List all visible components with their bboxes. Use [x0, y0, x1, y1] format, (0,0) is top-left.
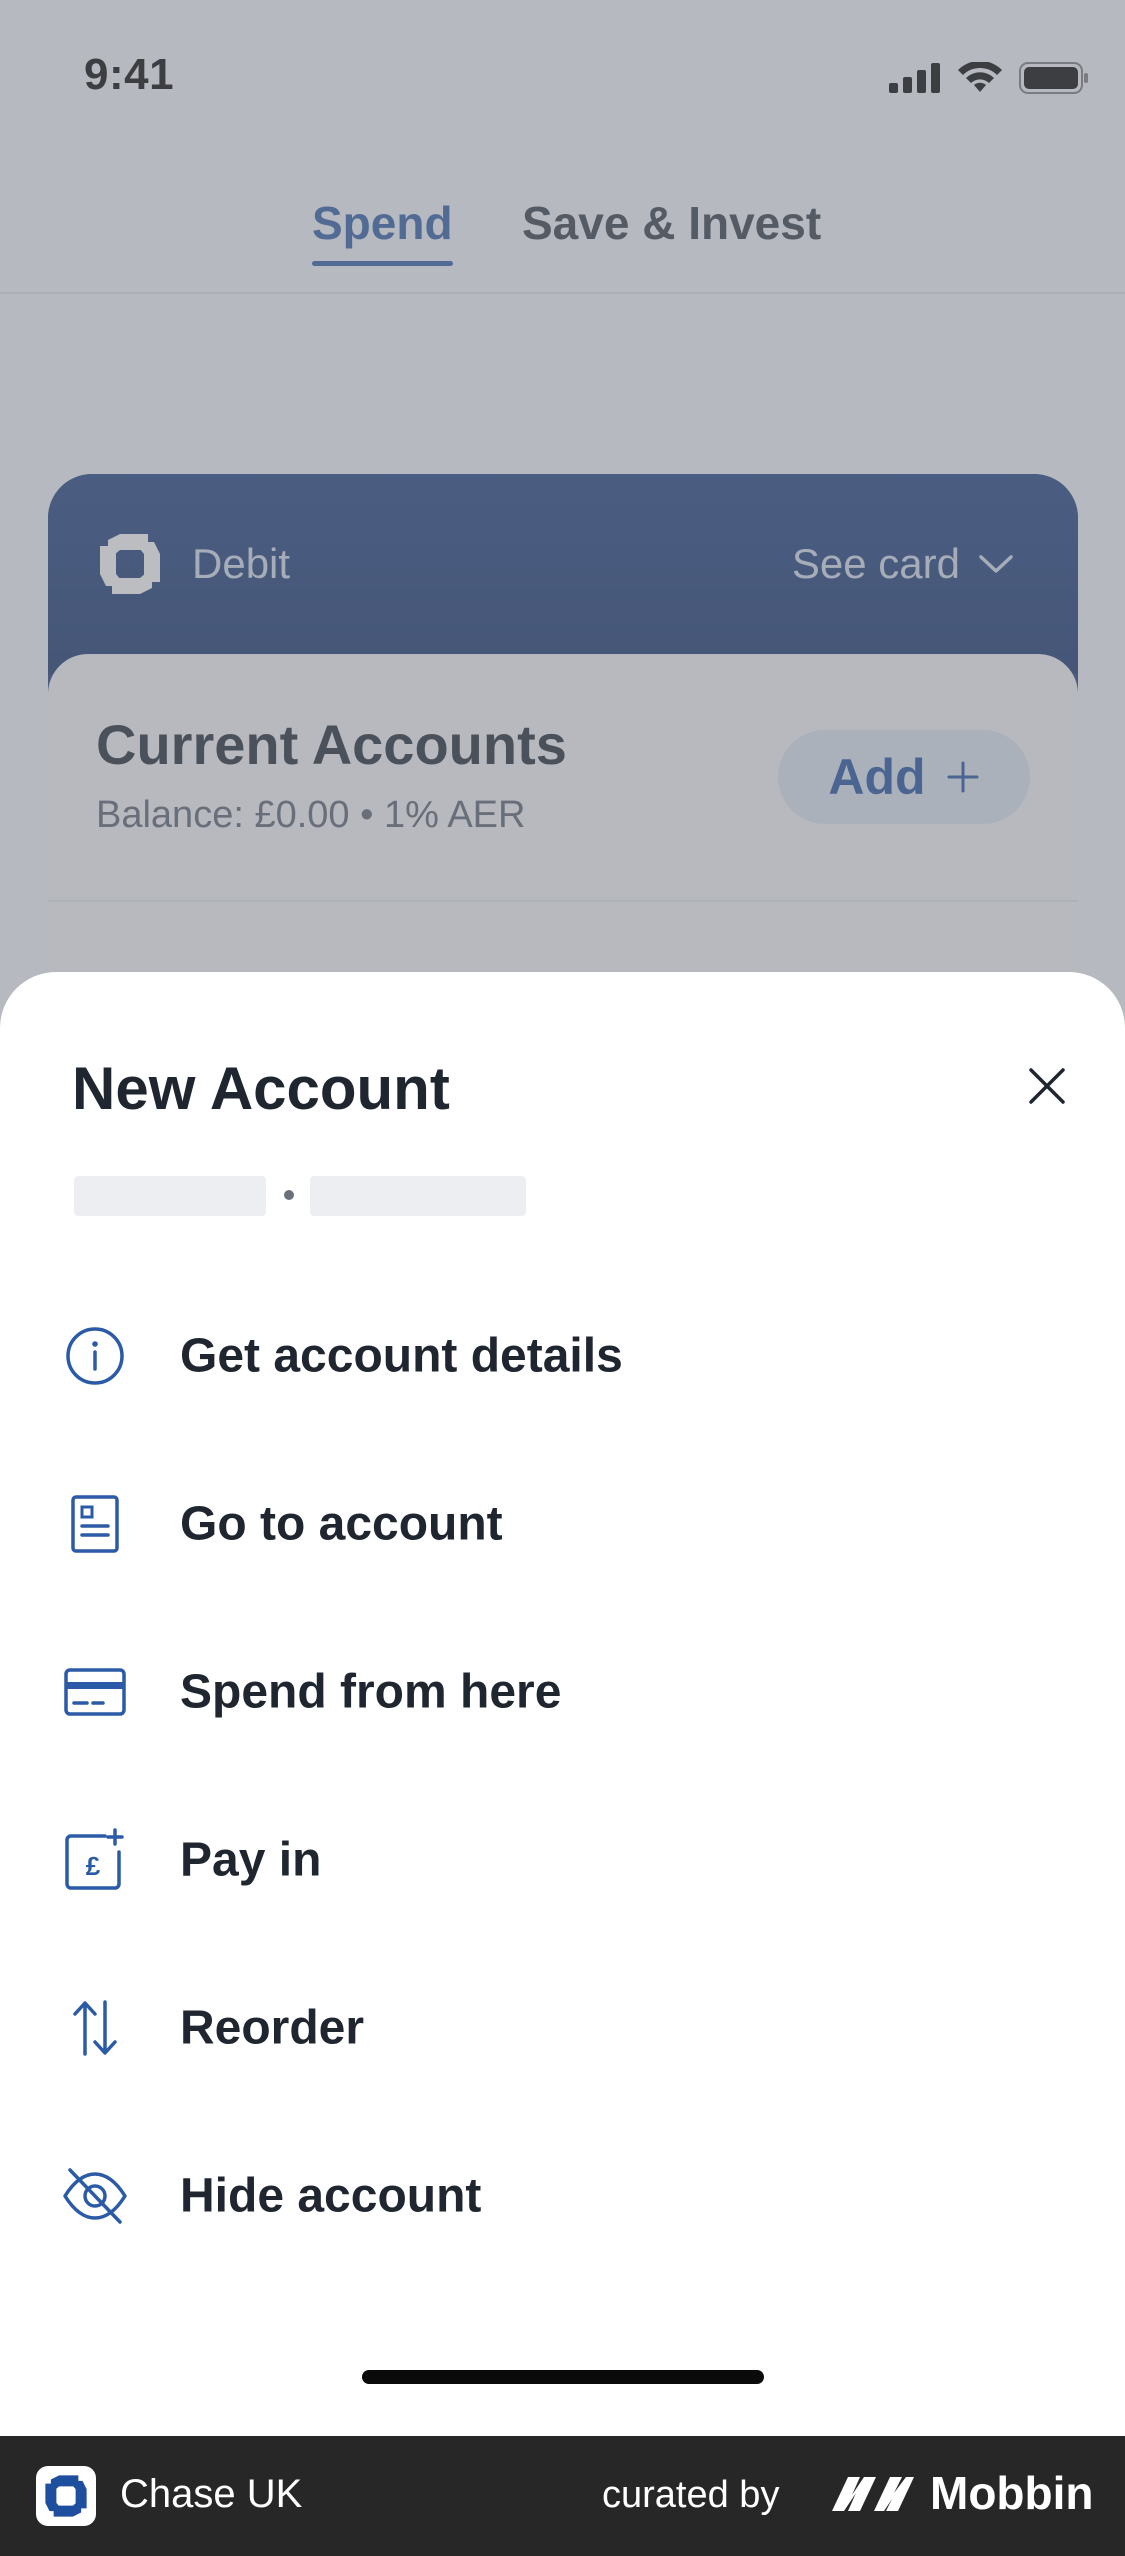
- menu-item-label: Get account details: [180, 1329, 623, 1383]
- menu-item-label: Pay in: [180, 1833, 322, 1887]
- eye-off-icon: [63, 2168, 127, 2224]
- menu-item-pay-in[interactable]: £ Pay in: [0, 1776, 1125, 1944]
- menu-item-hide-account[interactable]: Hide account: [0, 2112, 1125, 2280]
- svg-text:£: £: [86, 1851, 101, 1881]
- sheet-title: New Account: [72, 1055, 450, 1122]
- account-options-sheet: New Account Get account details Go to ac…: [0, 972, 1125, 2436]
- menu-item-go-to-account[interactable]: Go to account: [0, 1440, 1125, 1608]
- footer-curated-by: curated by: [602, 2474, 780, 2516]
- mobbin-logo-icon: [832, 2477, 914, 2511]
- footer-app-name: Chase UK: [120, 2472, 303, 2516]
- separator-dot: [284, 1190, 294, 1200]
- info-icon: [66, 1327, 124, 1385]
- home-indicator[interactable]: [362, 2370, 764, 2384]
- pay-in-icon: £: [65, 1828, 124, 1890]
- document-icon: [71, 1495, 119, 1553]
- chase-logo-icon: [45, 2475, 87, 2517]
- menu-item-label: Hide account: [180, 2169, 482, 2223]
- close-icon: [1029, 1068, 1065, 1104]
- menu-item-label: Reorder: [180, 2001, 365, 2055]
- menu-item-label: Spend from here: [180, 1665, 562, 1719]
- app-screen: 9:41 Spend Save & Invest: [0, 0, 1125, 2436]
- mobbin-label: Mobbin: [930, 2467, 1094, 2519]
- chase-app-icon: [36, 2466, 96, 2526]
- menu-item-reorder[interactable]: Reorder: [0, 1944, 1125, 2112]
- reorder-icon: [73, 2000, 117, 2056]
- menu-item-spend-from-here[interactable]: Spend from here: [0, 1608, 1125, 1776]
- close-button[interactable]: [1011, 1050, 1083, 1122]
- card-icon: [64, 1668, 126, 1716]
- attribution-footer: Chase UK curated by Mobbin: [0, 2436, 1125, 2556]
- mobbin-brand: Mobbin: [830, 2466, 1094, 2520]
- redacted-account-number: [310, 1176, 526, 1216]
- menu-item-get-account-details[interactable]: Get account details: [0, 1272, 1125, 1440]
- redacted-sort-code: [74, 1176, 266, 1216]
- menu-item-label: Go to account: [180, 1497, 503, 1551]
